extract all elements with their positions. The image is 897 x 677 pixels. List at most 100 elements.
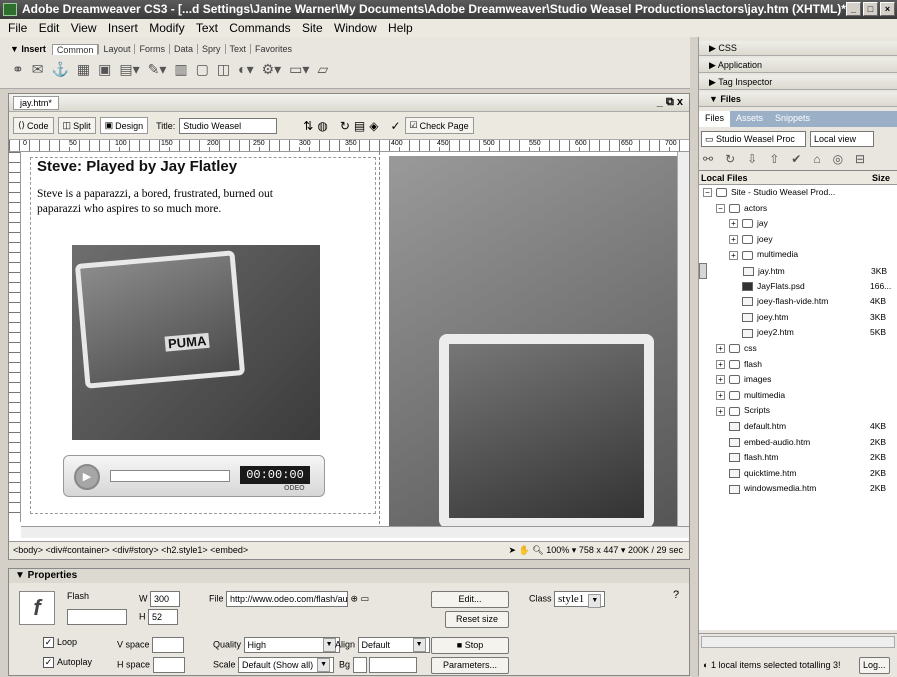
- expand-toggle-icon[interactable]: +: [716, 390, 725, 400]
- hero-photo[interactable]: [389, 156, 679, 528]
- file-tree-row[interactable]: + flash: [699, 357, 897, 373]
- menu-site[interactable]: Site: [302, 21, 323, 35]
- file-tree-row[interactable]: default.htm 4KB: [699, 419, 897, 435]
- file-tree-row[interactable]: JayFlats.psd 166...: [699, 279, 897, 295]
- title-input[interactable]: Studio Weasel: [179, 117, 278, 134]
- browse-folder-icon[interactable]: ▭: [361, 593, 370, 603]
- tab-favorites[interactable]: Favorites: [250, 44, 296, 54]
- comment-icon[interactable]: ▢: [196, 61, 209, 78]
- head-icon[interactable]: ▭▾: [289, 61, 309, 78]
- expand-toggle-icon[interactable]: +: [716, 344, 725, 354]
- expand-toggle-icon[interactable]: −: [703, 188, 712, 198]
- expand-toggle-icon[interactable]: +: [716, 375, 725, 385]
- reset-size-button[interactable]: Reset size: [445, 611, 509, 628]
- log-button[interactable]: Log...: [859, 657, 890, 674]
- maximize-button[interactable]: □: [863, 2, 878, 16]
- horizontal-scrollbar[interactable]: [21, 526, 689, 538]
- hand-tool-icon[interactable]: ✋: [519, 545, 530, 555]
- play-icon[interactable]: ▶: [74, 464, 100, 490]
- tab-data[interactable]: Data: [168, 44, 197, 54]
- file-tree-row[interactable]: − actors: [699, 201, 897, 217]
- loop-checkbox[interactable]: ✓: [43, 637, 54, 649]
- document-window-controls[interactable]: _ ⧉ x: [657, 96, 683, 109]
- validate-icon[interactable]: ✓: [390, 119, 400, 133]
- files-panel-header[interactable]: ▼ Files: [699, 92, 897, 107]
- scale-select[interactable]: Default (Show all) ▼: [238, 657, 335, 673]
- edit-button[interactable]: Edit...: [431, 591, 509, 608]
- div-icon[interactable]: ▣: [98, 61, 111, 78]
- menu-text[interactable]: Text: [196, 21, 218, 35]
- tab-files[interactable]: Files: [699, 111, 731, 127]
- connect-icon[interactable]: ⚯: [703, 152, 713, 166]
- file-tree-row[interactable]: windowsmedia.htm 2KB: [699, 481, 897, 497]
- story-photo[interactable]: PUMA: [72, 245, 320, 440]
- design-view-button[interactable]: ▣ Design: [99, 117, 149, 134]
- window-size-dropdown-icon[interactable]: ▾: [621, 545, 626, 555]
- expand-icon[interactable]: ⊟: [855, 152, 865, 166]
- page-content-area[interactable]: Steve: Played by Jay Flatley Steve is a …: [21, 152, 377, 524]
- close-button[interactable]: ×: [880, 2, 895, 16]
- images-icon[interactable]: ▤▾: [119, 61, 139, 78]
- email-link-icon[interactable]: ✉: [32, 61, 44, 78]
- vspace-input[interactable]: [152, 637, 185, 653]
- story-heading[interactable]: Steve: Played by Jay Flatley: [37, 158, 237, 175]
- file-tree-row[interactable]: flash.htm 2KB: [699, 450, 897, 466]
- tab-common[interactable]: Common: [51, 43, 99, 55]
- height-input[interactable]: 52: [148, 609, 179, 625]
- window-size[interactable]: 758 x 447: [579, 545, 619, 555]
- file-input[interactable]: http://www.odeo.com/flash/audio_: [226, 591, 349, 607]
- tab-assets[interactable]: Assets: [730, 111, 769, 127]
- css-panel-header[interactable]: ▶ CSS: [699, 41, 897, 56]
- check-out-icon[interactable]: ✔: [791, 152, 801, 166]
- menu-file[interactable]: File: [8, 21, 27, 35]
- select-tool-icon[interactable]: ➤: [509, 545, 517, 555]
- autoplay-checkbox[interactable]: ✓: [43, 657, 54, 669]
- vertical-scrollbar[interactable]: [677, 152, 689, 526]
- audio-progress-track[interactable]: [110, 470, 230, 482]
- minimize-button[interactable]: _: [846, 2, 861, 16]
- stop-button[interactable]: ■ Stop: [431, 637, 509, 654]
- file-tree-row[interactable]: + images: [699, 372, 897, 388]
- file-tree-row[interactable]: + Scripts: [699, 403, 897, 419]
- synchronize-icon[interactable]: ◎: [833, 152, 843, 166]
- zoom-dropdown-icon[interactable]: ▾: [572, 545, 577, 555]
- date-icon[interactable]: ▥: [174, 61, 187, 78]
- bg-color-swatch[interactable]: [352, 657, 367, 673]
- put-files-icon[interactable]: ⇧: [769, 152, 779, 166]
- expand-toggle-icon[interactable]: +: [729, 219, 738, 229]
- file-management-icon[interactable]: ⇅: [303, 119, 313, 133]
- quality-select[interactable]: High ▼: [243, 637, 340, 653]
- size-column[interactable]: Size: [872, 171, 890, 185]
- expand-toggle-icon[interactable]: +: [729, 235, 738, 245]
- server-comment-icon[interactable]: ◫: [217, 61, 230, 78]
- file-tree-row[interactable]: embed-audio.htm 2KB: [699, 435, 897, 451]
- parameters-button[interactable]: Parameters...: [431, 657, 509, 674]
- file-tree-row[interactable]: jay.htm 3KB: [699, 262, 887, 279]
- refresh-icon[interactable]: ↻: [340, 119, 350, 133]
- named-anchor-icon[interactable]: ⚓: [51, 61, 68, 78]
- menu-insert[interactable]: Insert: [108, 21, 138, 35]
- menu-window[interactable]: Window: [334, 21, 377, 35]
- properties-header[interactable]: ▼ Properties: [9, 569, 689, 583]
- get-files-icon[interactable]: ⇩: [747, 152, 757, 166]
- view-select[interactable]: Local view: [810, 131, 874, 147]
- point-to-file-icon[interactable]: ⊕: [351, 593, 359, 603]
- visual-aids-icon[interactable]: ◈: [369, 119, 378, 133]
- file-tree-row[interactable]: + multimedia: [699, 247, 897, 263]
- tab-spry[interactable]: Spry: [196, 44, 225, 54]
- file-tree-row[interactable]: − Site - Studio Weasel Prod...: [699, 185, 897, 201]
- zoom-tool-icon[interactable]: 🔍︎: [532, 545, 543, 555]
- insert-label[interactable]: ▼ Insert: [10, 44, 46, 54]
- file-tree-row[interactable]: + css: [699, 341, 897, 357]
- object-name-input[interactable]: [67, 609, 127, 625]
- tab-forms[interactable]: Forms: [134, 44, 169, 54]
- application-panel-header[interactable]: ▶ Application: [699, 58, 897, 73]
- file-tree-row[interactable]: joey2.htm 5KB: [699, 325, 897, 341]
- tab-snippets[interactable]: Snippets: [769, 111, 816, 127]
- refresh-files-icon[interactable]: ↻: [725, 152, 735, 166]
- document-tab[interactable]: jay.htm*: [13, 96, 59, 110]
- tag-chooser-icon[interactable]: ⚙▾: [262, 61, 282, 78]
- hyperlink-icon[interactable]: ⚭: [12, 61, 24, 78]
- story-paragraph[interactable]: Steve is a paparazzi, a bored, frustrate…: [37, 187, 307, 217]
- audio-player-embed[interactable]: ▶ 00:00:00 ODEO: [63, 455, 325, 497]
